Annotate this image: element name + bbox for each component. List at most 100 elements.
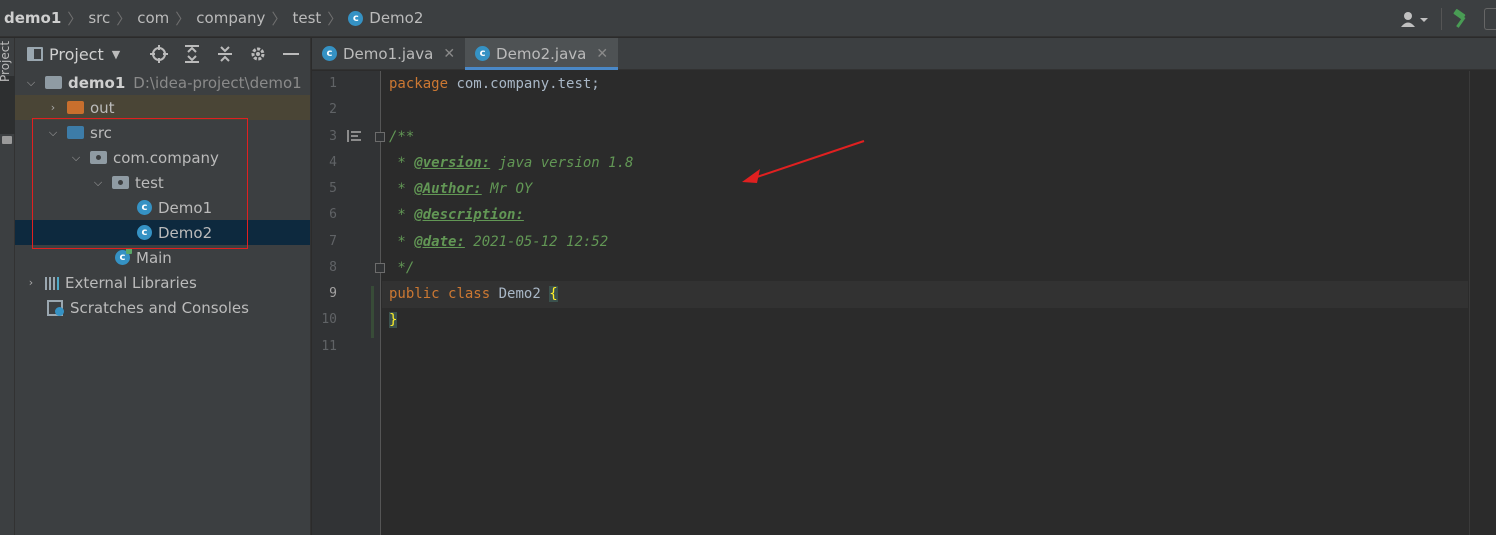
module-folder-icon [45,76,62,89]
tree-item-demo2-class[interactable]: c Demo2 [15,220,310,245]
doc-tag-version: @version: [414,155,491,171]
project-panel-header: Project ▼ [15,38,310,70]
package-icon [90,151,107,164]
editor-gutter: 1 2 3 4 5 6 7 8 9 10 11 [312,71,385,535]
chevron-right-icon[interactable]: › [25,276,37,289]
chevron-down-icon[interactable]: ⌵ [25,76,37,90]
doc-tag-date: @date: [414,234,465,250]
breadcrumb-item-demo2[interactable]: c Demo2 [348,9,423,27]
tree-item-out[interactable]: › out [15,95,310,120]
fold-collapse-icon[interactable] [375,132,385,142]
tree-item-external-libraries[interactable]: › External Libraries [15,270,310,295]
fold-end-icon[interactable] [375,263,385,273]
tree-item-demo1-class[interactable]: c Demo1 [15,195,310,220]
gear-icon[interactable] [241,43,274,65]
chevron-down-icon[interactable]: ⌵ [70,151,82,165]
tree-item-src[interactable]: ⌵ src [15,120,310,145]
chevron-down-icon[interactable]: ⌵ [92,176,104,190]
project-strip-label: Project [0,40,12,82]
breadcrumb-separator: 〉 [271,9,287,28]
render-doc-toggle-icon[interactable] [347,130,361,142]
line-number: 2 [329,102,337,117]
tab-demo1-java[interactable]: c Demo1.java ✕ [312,38,465,69]
tree-item-label: out [90,98,115,117]
tree-item-main-class[interactable]: c Main [15,245,310,270]
run-configuration-selector[interactable] [1484,7,1496,30]
keyword-package: package [389,76,449,92]
java-class-icon: c [322,46,337,61]
user-account-icon[interactable] [1399,8,1433,30]
code-line-7[interactable]: * @date: 2021-05-12 12:52 [389,229,608,255]
doc-comment-end: */ [389,260,415,276]
editor-area: c Demo1.java ✕ c Demo2.java ✕ 1 2 3 4 5 … [312,38,1496,535]
code-line-4[interactable]: * @version: java version 1.8 [389,150,633,176]
editor-tab-bar: c Demo1.java ✕ c Demo2.java ✕ [312,38,1496,70]
line-number: 10 [321,312,337,327]
toolbar-divider [1441,7,1442,30]
doc-prefix: * [389,207,415,223]
tree-item-test[interactable]: ⌵ test [15,170,310,195]
doc-comment-start: /** [389,129,415,145]
tree-item-label: External Libraries [65,273,197,292]
java-class-icon: c [137,200,152,215]
keyword-public: public [389,286,440,302]
code-line-6[interactable]: * @description: [389,202,523,228]
code-line-9[interactable]: public class Demo2 { [389,281,558,307]
breadcrumb-separator: 〉 [327,9,343,28]
excluded-folder-icon [67,101,84,114]
navigation-bar: demo1 〉 src 〉 com 〉 company 〉 test 〉 c D… [0,0,1496,37]
close-brace: } [389,312,398,328]
chevron-down-icon[interactable]: ⌵ [47,126,59,140]
left-tool-strip: Project [0,38,15,535]
breadcrumb-item-demo1[interactable]: demo1 [4,9,61,27]
project-panel: Project ▼ ⌵ demo1 D:\idea-project\demo1 … [15,38,311,535]
code-line-3[interactable]: /** [389,124,414,150]
code-line-5[interactable]: * @Author: Mr OY [389,176,532,202]
breadcrumb-item-test[interactable]: test [292,9,321,27]
tree-item-demo1[interactable]: ⌵ demo1 D:\idea-project\demo1 [15,70,310,95]
chevron-right-icon[interactable]: › [47,101,59,114]
line-number: 4 [329,155,337,170]
tree-item-label: demo1 [68,73,126,92]
code-line-1[interactable]: package com.company.test; [389,71,600,97]
code-line-10[interactable]: } [389,307,398,333]
doc-prefix: * [389,155,415,171]
doc-prefix: * [389,234,415,250]
chevron-down-icon[interactable]: ▼ [112,48,120,61]
project-panel-tools [142,43,307,65]
breadcrumb-item-com[interactable]: com [137,9,169,27]
close-icon[interactable]: ✕ [443,46,455,62]
code-line-8[interactable]: */ [389,255,414,281]
locate-file-icon[interactable] [142,43,175,65]
java-main-class-icon: c [115,248,132,265]
build-hammer-icon[interactable] [1450,8,1472,30]
tab-label: Demo2.java [496,44,587,63]
line-number: 8 [329,260,337,275]
tab-label: Demo1.java [343,44,434,63]
close-icon[interactable]: ✕ [596,46,608,62]
expand-all-icon[interactable] [175,43,208,65]
doc-text: java version 1.8 [490,155,634,171]
project-view-icon [27,47,43,61]
breadcrumb-item-src[interactable]: src [88,9,110,27]
project-panel-title[interactable]: Project [49,45,104,64]
collapse-all-icon[interactable] [208,43,241,65]
breadcrumb-item-company[interactable]: company [196,9,265,27]
project-tool-window-tab[interactable] [0,76,15,134]
line-number: 7 [329,234,337,249]
line-number: 11 [321,339,337,354]
tab-demo2-java[interactable]: c Demo2.java ✕ [465,38,619,70]
vcs-change-marker[interactable] [371,286,374,338]
line-number: 1 [329,76,337,91]
tree-item-label: Main [136,248,172,267]
java-class-icon: c [348,10,364,26]
doc-text: Mr OY [481,181,533,197]
tree-item-label: com.company [113,148,219,167]
tree-item-com-company[interactable]: ⌵ com.company [15,145,310,170]
tree-item-label: Demo1 [158,198,213,217]
java-class-icon: c [137,225,152,240]
red-arrow-annotation [742,140,865,183]
tree-item-scratches[interactable]: Scratches and Consoles [15,295,310,320]
libraries-icon [45,276,59,290]
hide-panel-icon[interactable] [274,43,307,65]
